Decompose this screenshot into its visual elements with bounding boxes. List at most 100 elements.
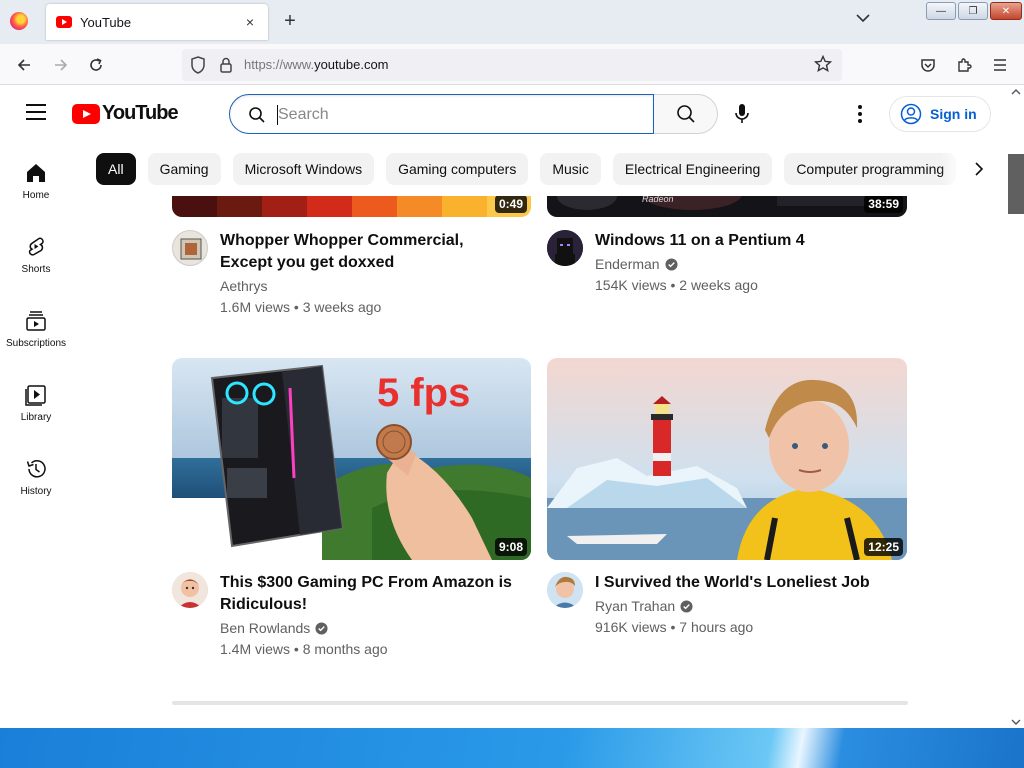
address-bar[interactable]: https://www.youtube.com <box>182 49 842 81</box>
video-title[interactable]: I Survived the World's Loneliest Job <box>595 572 895 594</box>
channel-name-text: Enderman <box>595 256 660 272</box>
forward-button[interactable] <box>50 54 72 76</box>
search-icon <box>249 107 265 123</box>
video-thumbnail[interactable]: 0:49 <box>172 196 531 217</box>
tab-youtube[interactable]: YouTube × <box>46 4 268 40</box>
reload-button[interactable] <box>85 54 107 76</box>
channel-name[interactable]: Ryan Trahan <box>595 598 693 614</box>
verified-badge-icon <box>665 257 678 271</box>
new-tab-button[interactable]: + <box>281 10 299 32</box>
guide-menu-button[interactable] <box>26 104 46 120</box>
chevron-right-icon <box>975 162 984 176</box>
youtube-logo[interactable]: YouTube <box>72 102 179 125</box>
video-metadata: 1.6M views • 3 weeks ago <box>220 299 382 315</box>
avatar-image <box>547 572 583 608</box>
back-button[interactable] <box>13 54 35 76</box>
chip-microsoft-windows[interactable]: Microsoft Windows <box>232 153 375 185</box>
sidebar-label-subscriptions: Subscriptions <box>5 338 67 349</box>
list-all-tabs-button[interactable] <box>856 12 870 26</box>
section-divider <box>172 701 908 705</box>
chevron-down-icon <box>856 14 870 23</box>
video-metadata: 154K views • 2 weeks ago <box>595 277 758 293</box>
sidebar-item-library[interactable]: Library <box>0 374 72 448</box>
firefox-logo-icon[interactable] <box>10 12 28 30</box>
minimize-button[interactable]: — <box>926 2 956 20</box>
search-input[interactable] <box>278 103 638 127</box>
extensions-button[interactable] <box>955 56 973 74</box>
video-duration: 38:59 <box>864 196 903 213</box>
channel-avatar[interactable] <box>172 230 208 266</box>
app-menu-button[interactable] <box>991 56 1009 74</box>
page-scrollbar[interactable] <box>1008 86 1024 728</box>
avatar-image <box>180 238 202 260</box>
chip-gaming-computers[interactable]: Gaming computers <box>386 153 529 185</box>
video-thumbnail[interactable]: 12:25 <box>547 358 907 560</box>
youtube-favicon-icon <box>56 16 72 28</box>
sidebar-item-shorts[interactable]: Shorts <box>0 226 72 300</box>
video-thumbnail[interactable]: 5 fps 9:08 <box>172 358 531 560</box>
sidebar-item-home[interactable]: Home <box>0 152 72 226</box>
channel-name[interactable]: Enderman <box>595 256 678 272</box>
video-title[interactable]: This $300 Gaming PC From Amazon is Ridic… <box>220 572 520 616</box>
windows-taskbar <box>0 728 1024 768</box>
lock-icon[interactable] <box>218 56 234 74</box>
chip-electrical-engineering[interactable]: Electrical Engineering <box>612 153 773 185</box>
chip-music[interactable]: Music <box>540 153 601 185</box>
chip-gaming[interactable]: Gaming <box>147 153 221 185</box>
sidebar-label-shorts: Shorts <box>21 264 51 275</box>
video-title[interactable]: Windows 11 on a Pentium 4 <box>595 230 895 252</box>
youtube-header: YouTube Sign in <box>0 86 1008 142</box>
sign-in-button[interactable]: Sign in <box>889 96 991 132</box>
settings-more-button[interactable] <box>850 102 870 126</box>
tab-title: YouTube <box>80 14 132 30</box>
chip-computer-programming[interactable]: Computer programming <box>784 153 957 185</box>
sign-in-label: Sign in <box>930 106 977 122</box>
bookmark-star-icon[interactable] <box>814 55 832 73</box>
reload-icon <box>90 58 102 71</box>
tracking-shield-icon[interactable] <box>190 56 206 74</box>
maximize-button[interactable]: ❐ <box>958 2 988 20</box>
browser-nav-bar: https://www.youtube.com <box>0 44 1024 85</box>
channel-avatar[interactable] <box>547 230 583 266</box>
channel-name[interactable]: Ben Rowlands <box>220 620 328 636</box>
url-text[interactable]: https://www.youtube.com <box>244 57 389 72</box>
microphone-icon <box>735 104 749 123</box>
channel-avatar[interactable] <box>547 572 583 608</box>
close-window-button[interactable]: ✕ <box>990 2 1022 20</box>
youtube-logo-text: YouTube <box>102 102 179 124</box>
more-vertical-icon <box>858 105 862 123</box>
channel-name-text: Ryan Trahan <box>595 598 676 614</box>
sidebar-item-subscriptions[interactable]: Subscriptions <box>0 300 72 374</box>
pocket-button[interactable] <box>919 56 937 74</box>
scroll-down-arrow-icon[interactable] <box>1011 718 1021 726</box>
avatar-image <box>547 230 583 266</box>
category-chips: All Gaming Microsoft Windows Gaming comp… <box>96 153 1001 185</box>
youtube-play-logo-icon <box>72 103 100 124</box>
home-icon <box>27 164 45 182</box>
tab-close-button[interactable]: × <box>242 14 258 30</box>
sidebar-label-home: Home <box>22 190 50 201</box>
video-title[interactable]: Whopper Whopper Commercial, Except you g… <box>220 230 520 274</box>
thumbnail-image: 5 fps <box>172 358 531 560</box>
video-metadata: 916K views • 7 hours ago <box>595 619 754 635</box>
search-bar <box>229 94 718 134</box>
sidebar-item-history[interactable]: History <box>0 448 72 522</box>
scroll-up-arrow-icon[interactable] <box>1011 88 1021 96</box>
arrow-right-icon <box>55 59 68 71</box>
chip-all[interactable]: All <box>96 153 136 185</box>
search-box[interactable] <box>229 94 654 134</box>
search-button[interactable] <box>654 94 718 134</box>
video-duration: 0:49 <box>494 196 527 213</box>
verified-badge-icon <box>680 599 693 613</box>
channel-name[interactable]: Aethrys <box>220 278 267 294</box>
voice-search-button[interactable] <box>730 102 754 126</box>
hamburger-line <box>26 104 46 106</box>
video-duration: 12:25 <box>864 538 903 556</box>
chips-next-button[interactable] <box>968 158 990 180</box>
url-prefix: https://www. <box>244 57 315 72</box>
video-thumbnail[interactable]: Radeon 38:59 <box>547 196 907 217</box>
thumbnail-image <box>547 358 907 560</box>
window-controls: — ❐ ✕ <box>926 2 1022 20</box>
scrollbar-thumb[interactable] <box>1008 154 1024 214</box>
channel-avatar[interactable] <box>172 572 208 608</box>
